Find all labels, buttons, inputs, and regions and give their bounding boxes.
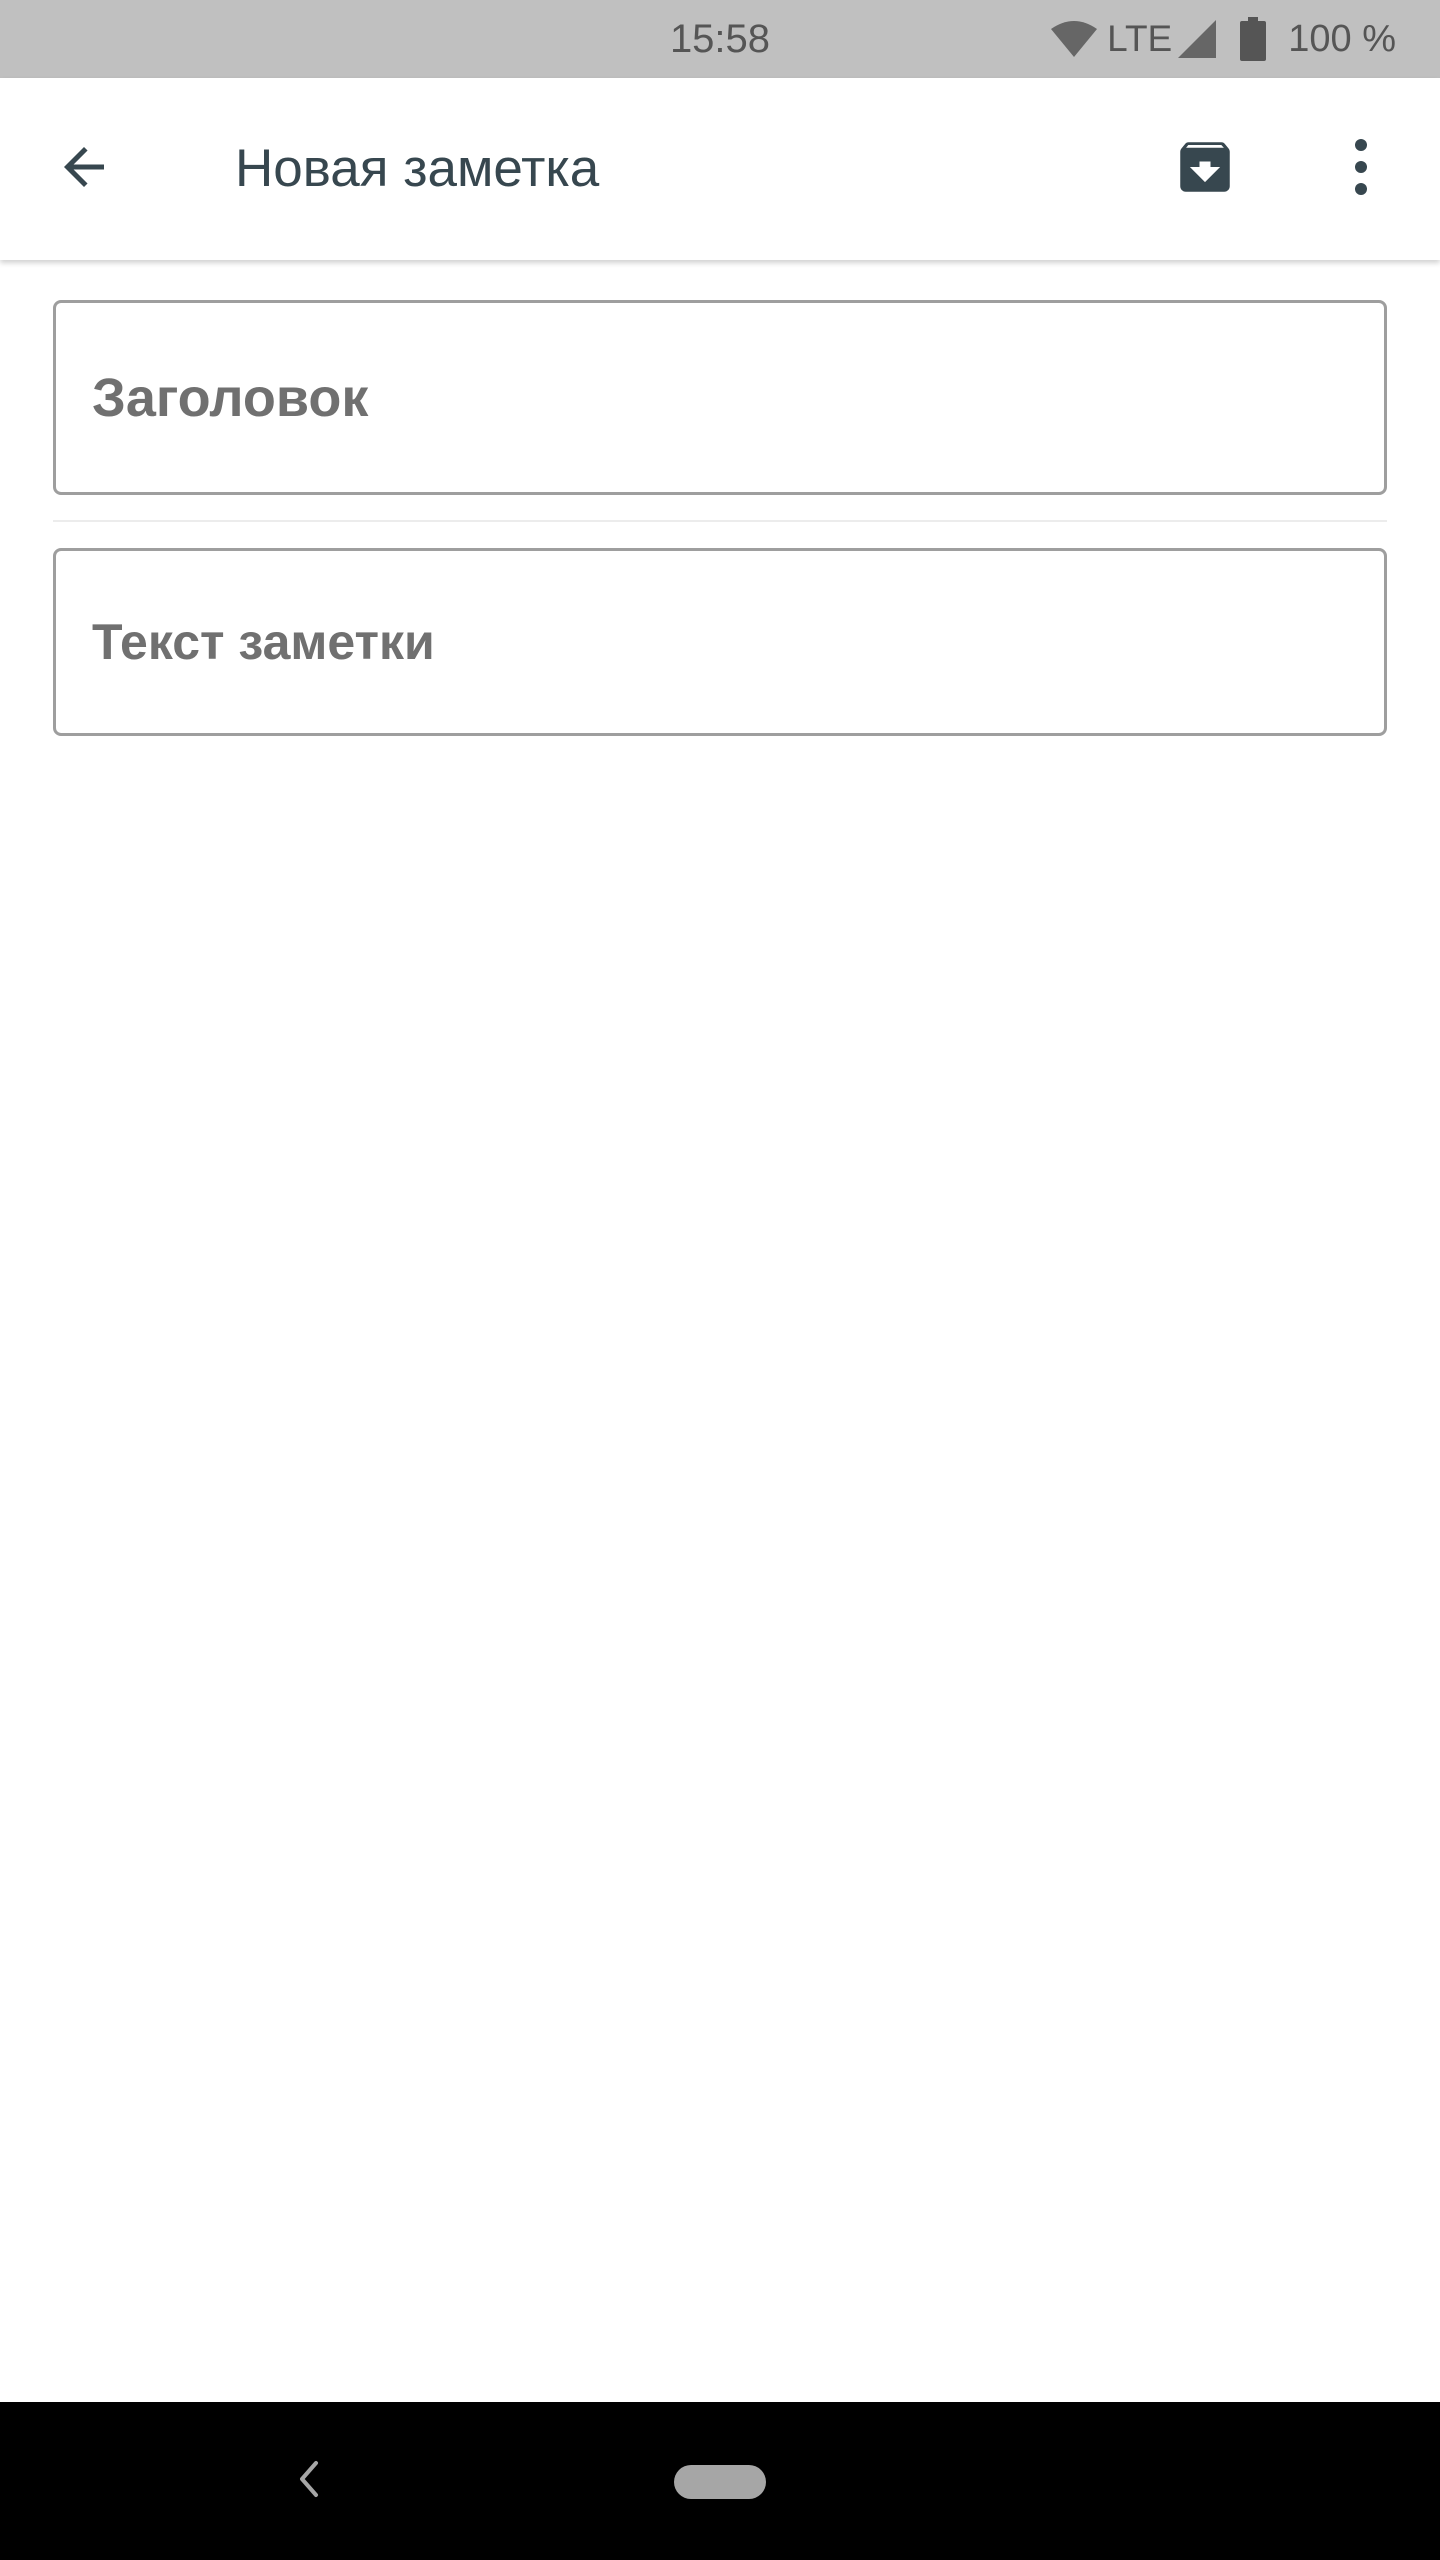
note-text-placeholder: Текст заметки <box>92 614 435 670</box>
battery-icon <box>1240 17 1267 61</box>
home-pill-icon[interactable] <box>674 2465 766 2499</box>
nav-back-button[interactable] <box>274 2446 344 2516</box>
back-button[interactable] <box>42 127 126 211</box>
status-bar: 15:58 LTE 100 % <box>0 0 1440 78</box>
app-bar: Новая заметка <box>0 78 1440 260</box>
status-icons: LTE 100 % <box>1049 14 1396 64</box>
chevron-left-icon <box>294 2459 324 2504</box>
signal-icon <box>1176 18 1218 60</box>
network-type-label: LTE <box>1107 18 1173 59</box>
more-options-button[interactable] <box>1318 126 1404 212</box>
page-title: Новая заметка <box>235 139 600 198</box>
screen: 15:58 LTE 100 % Новая заметка Заголовок … <box>0 0 1440 2560</box>
battery-percent: 100 % <box>1288 18 1396 60</box>
arrow-left-icon <box>54 137 114 202</box>
archive-icon <box>1172 134 1238 205</box>
note-title-field[interactable]: Заголовок <box>53 300 1387 495</box>
wifi-icon <box>1049 19 1099 59</box>
note-title-placeholder: Заголовок <box>92 367 369 428</box>
divider <box>53 520 1387 522</box>
more-vert-icon <box>1351 137 1371 202</box>
system-nav-bar <box>0 2402 1440 2560</box>
note-text-field[interactable]: Текст заметки <box>53 548 1387 736</box>
archive-button[interactable] <box>1162 126 1248 212</box>
